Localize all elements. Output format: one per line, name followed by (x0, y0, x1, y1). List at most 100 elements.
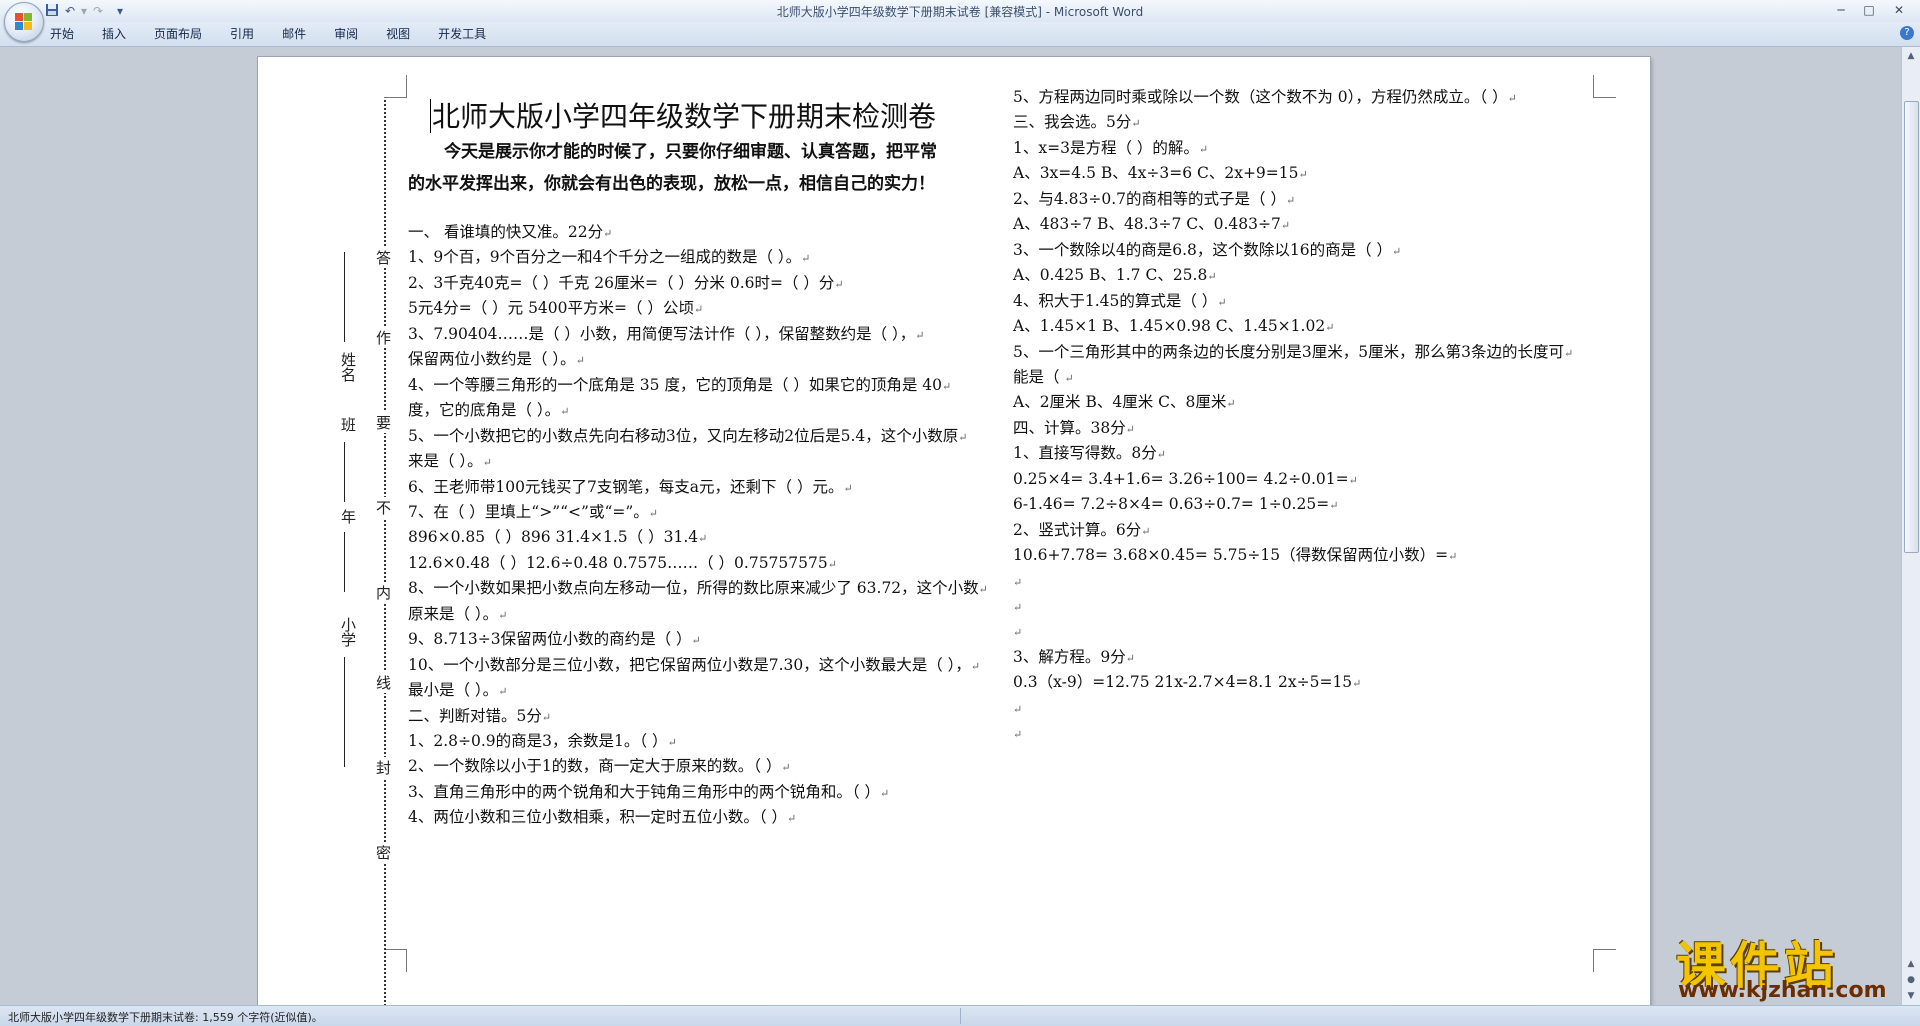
paragraph-mark-icon: ↵ (1329, 499, 1339, 513)
line-text: 12.6×0.48（ ）12.6÷0.48 0.7575……（ ）0.75757… (408, 553, 828, 572)
document-line: 四、计算。38分↵ (1013, 418, 1135, 440)
line-text: 二、判断对错。5分 (408, 706, 542, 725)
crop-mark (1593, 949, 1616, 972)
document-line: 一、 看谁填的快又准。22分↵ (408, 222, 612, 244)
document-line: 4、两位小数和三位小数相乘，积一定时五位小数。（ ）↵ (408, 807, 796, 829)
crop-mark (384, 75, 407, 98)
tab-developer[interactable]: 开发工具 (438, 26, 486, 42)
save-icon[interactable] (44, 3, 60, 19)
paragraph-mark-icon: ↵ (1352, 677, 1362, 691)
binding-char: 密 (376, 842, 392, 863)
binding-char: 内 (376, 582, 392, 603)
close-button[interactable]: ✕ (1886, 1, 1912, 19)
tab-insert[interactable]: 插入 (102, 26, 126, 42)
tab-references[interactable]: 引用 (230, 26, 254, 42)
document-line: 5、一个三角形其中的两条边的长度分别是3厘米，5厘米，那么第3条边的长度可↵ (1013, 342, 1573, 364)
line-text: 6-1.46= 7.2÷8×4= 0.63÷0.7= 1÷0.25= (1013, 495, 1330, 514)
tab-view[interactable]: 视图 (386, 26, 410, 42)
school-label: 小学 (339, 617, 357, 647)
document-line: A、483÷7 B、48.3÷7 C、0.483÷7↵ (1013, 214, 1290, 236)
paragraph-mark-icon: ↵ (1448, 550, 1458, 564)
document-line: 0.3（x-9）=12.75 21x-2.7×4=8.1 2x÷5=15↵ (1013, 672, 1361, 694)
line-text: 能是（ (1013, 367, 1065, 386)
paragraph-mark-icon: ↵ (942, 379, 952, 393)
paragraph-mark-icon: ↵ (541, 710, 552, 724)
paragraph-mark-icon: ↵ (1125, 651, 1135, 665)
line-text: 4、一个等腰三角形的一个底角是 35 度，它的顶角是（ ）如果它的顶角是 40 (408, 375, 943, 394)
status-bar: 北师大版小学四年级数学下册期末试卷: 1,559 个字符(近似值)。 (0, 1005, 1920, 1026)
paragraph-mark-icon: ↵ (1348, 473, 1358, 487)
paragraph-mark-icon: ↵ (1156, 448, 1166, 462)
paragraph-mark-icon: ↵ (560, 405, 570, 419)
paragraph-mark-icon: ↵ (1563, 346, 1574, 360)
line-text: 原来是（ ）。 (408, 604, 499, 623)
grade-label: 年 (339, 509, 357, 524)
ribbon-tabs: 开始 插入 页面布局 引用 邮件 审阅 视图 开发工具 (50, 26, 514, 42)
scrollbar-thumb[interactable] (1904, 101, 1919, 553)
document-page[interactable]: 答 作 要 不 内 线 封 密 姓名 班 年 小学 北师大版小学四年级数学下册期… (258, 57, 1650, 1005)
document-line: 最小是（ ）。↵ (408, 680, 507, 702)
crop-mark (1593, 75, 1616, 98)
tab-mailings[interactable]: 邮件 (282, 26, 306, 42)
document-line: ↵ (1013, 571, 1022, 593)
vertical-scrollbar[interactable]: ▲ ▲ ● ▼ (1901, 47, 1920, 1005)
document-line: 原来是（ ）。↵ (408, 604, 507, 626)
line-text: 度，它的底角是（ ）。 (408, 401, 561, 420)
document-line: 二、判断对错。5分↵ (408, 706, 551, 728)
tab-home[interactable]: 开始 (50, 26, 74, 42)
line-text: 保留两位小数约是（ ）。 (408, 350, 576, 369)
paragraph-mark-icon: ↵ (915, 328, 925, 342)
document-workspace[interactable]: 答 作 要 不 内 线 封 密 姓名 班 年 小学 北师大版小学四年级数学下册期… (0, 47, 1902, 1005)
line-text: A、2厘米 B、4厘米 C、8厘米 (1013, 393, 1227, 412)
grade-underline (344, 532, 345, 592)
line-text: A、1.45×1 B、1.45×0.98 C、1.45×1.02 (1013, 317, 1326, 336)
paragraph-mark-icon: ↵ (970, 659, 981, 673)
document-line: 2、3千克40克=（ ）千克 26厘米=（ ）分米 0.6时=（ ）分↵ (408, 273, 844, 295)
paragraph-mark-icon: ↵ (693, 303, 704, 317)
paragraph-mark-icon: ↵ (1013, 575, 1023, 589)
paragraph-mark-icon: ↵ (1217, 295, 1227, 309)
line-text: 6、王老师带100元钱买了7支钢笔，每支a元，还剩下（ ）元。 (408, 477, 844, 496)
document-line: 3、直角三角形中的两个锐角和大于钝角三角形中的两个锐角和。（ ）↵ (408, 782, 889, 804)
document-line: 6-1.46= 7.2÷8×4= 0.63÷0.7= 1÷0.25=↵ (1013, 494, 1338, 516)
school-underline (344, 657, 345, 767)
scroll-up-icon[interactable]: ▲ (1904, 49, 1918, 63)
document-line: 5元4分=（ ）元 5400平方米=（ ）公顷↵ (408, 298, 703, 320)
paragraph-mark-icon: ↵ (498, 685, 508, 699)
paragraph-mark-icon: ↵ (1226, 397, 1236, 411)
line-text: 0.25×4= 3.4+1.6= 3.26÷100= 4.2÷0.01= (1013, 469, 1349, 488)
paragraph-mark-icon: ↵ (1507, 92, 1517, 105)
line-text: 四、计算。38分 (1013, 418, 1126, 437)
document-line: 10.6+7.78= 3.68×0.45= 5.75÷15（得数保留两位小数）=… (1013, 545, 1457, 567)
line-text: 3、直角三角形中的两个锐角和大于钝角三角形中的两个锐角和。（ ） (408, 782, 881, 801)
paragraph-mark-icon: ↵ (1392, 244, 1402, 258)
redo-icon[interactable]: ↷ (90, 3, 106, 19)
maximize-button[interactable]: □ (1856, 1, 1882, 19)
paragraph-mark-icon: ↵ (978, 583, 988, 597)
office-button[interactable] (4, 2, 44, 42)
name-underline (344, 252, 345, 342)
help-icon[interactable]: ? (1900, 26, 1914, 40)
class-label: 班 (339, 417, 357, 432)
line-text: 2、3千克40克=（ ）千克 26厘米=（ ）分米 0.6时=（ ）分 (408, 273, 835, 292)
crop-mark (384, 949, 407, 972)
line-text: 3、解方程。9分 (1013, 647, 1126, 666)
paragraph-mark-icon: ↵ (1280, 219, 1291, 233)
binding-char: 答 (376, 247, 392, 268)
customize-toolbar-icon[interactable]: ▾ (112, 3, 128, 19)
binding-char: 线 (376, 672, 392, 693)
line-text: 3、一个数除以4的商是6.8，这个数除以16的商是（ ） (1013, 240, 1393, 259)
status-divider (960, 1008, 961, 1024)
line-text: 1、9个百，9个百分之一和4个千分之一组成的数是（ ）。 (408, 248, 802, 267)
tab-page-layout[interactable]: 页面布局 (154, 26, 202, 42)
tab-review[interactable]: 审阅 (334, 26, 358, 42)
line-text: 最小是（ ）。 (408, 681, 499, 700)
paragraph-mark-icon: ↵ (958, 430, 968, 444)
document-line: 2、一个数除以小于1的数，商一定大于原来的数。（ ）↵ (408, 756, 791, 778)
intro-line: 今天是展示你才能的时候了，只要你仔细审题、认真答题，把平常 (444, 142, 937, 162)
text-cursor (430, 99, 431, 133)
line-text: 896×0.85（ ）896 31.4×1.5（ ）31.4 (408, 528, 699, 547)
class-underline (344, 442, 345, 502)
minimize-button[interactable]: ─ (1828, 1, 1854, 19)
document-line: 2、竖式计算。6分↵ (1013, 520, 1150, 542)
